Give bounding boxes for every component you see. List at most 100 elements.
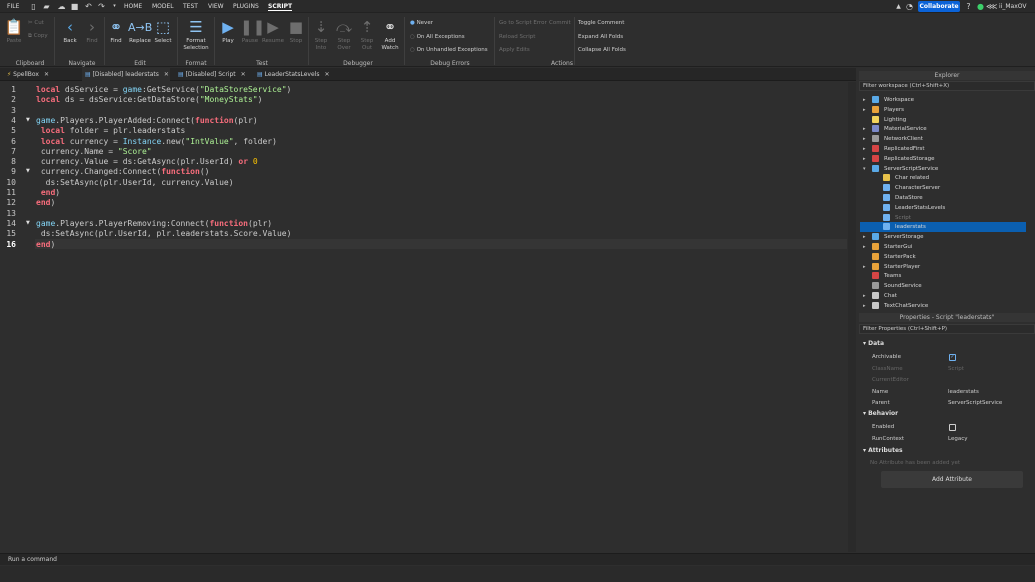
explorer-item[interactable]: ▸ StarterGui	[860, 242, 1026, 252]
chevron-down-icon[interactable]: ▾	[863, 164, 866, 174]
code-editor[interactable]: 1 2 3 4 ▼ 5 6 7 8 9 ▼ 10 11 12 13 14 ▼ 15 16 local dsServi…	[0, 82, 856, 552]
format-selection-button[interactable]: ☰ Format Selection	[180, 19, 212, 52]
forward-button[interactable]: › Find	[82, 19, 102, 45]
tab-spellbox[interactable]: ⚡ SpellBox ✕	[4, 68, 74, 81]
section-behavior[interactable]: ▾ Behavior	[859, 409, 1035, 419]
code-line[interactable]: end)	[36, 188, 60, 197]
explorer-item[interactable]: LeaderStatsLevels	[860, 203, 1026, 213]
properties-filter-input[interactable]: Filter Properties (Ctrl+Shift+P)	[859, 324, 1035, 334]
explorer-item[interactable]: ▸ TextChatService	[860, 301, 1026, 311]
add-watch-button[interactable]: ⚭ Add Watch	[379, 19, 401, 52]
code-line[interactable]: currency.Changed:Connect(function()	[36, 167, 210, 176]
explorer-item[interactable]: ▸ ReplicatedFirst	[860, 144, 1026, 154]
step-into-button[interactable]: ⇣ Step Into	[311, 19, 331, 52]
explorer-item[interactable]: ▸ StarterPlayer	[860, 262, 1026, 272]
explorer-filter-input[interactable]: Filter workspace (Ctrl+Shift+X)	[859, 81, 1035, 91]
prop-enabled[interactable]: Enabled	[859, 421, 1025, 433]
explorer-item[interactable]: Char related	[860, 173, 1026, 183]
code-line[interactable]: game.Players.PlayerRemoving:Connect(func…	[36, 219, 272, 228]
tab-leaderstatslevels[interactable]: ▤ LeaderStatsLevels ✕	[254, 68, 334, 81]
copy-button[interactable]: ⧉ Copy	[28, 33, 48, 40]
menu-file[interactable]: FILE	[7, 3, 19, 10]
quick-access-dropdown-icon[interactable]: ▾	[110, 2, 119, 11]
prop-archivable[interactable]: Archivable ✓	[859, 351, 1025, 363]
code-line[interactable]: currency.Name = "Score"	[36, 147, 152, 156]
collapse-ribbon-icon[interactable]: ▲	[894, 2, 903, 11]
notification-icon[interactable]: ◔	[905, 2, 914, 11]
explorer-item[interactable]: ▸ ServerStorage	[860, 232, 1026, 242]
chevron-right-icon[interactable]: ▸	[863, 144, 866, 154]
tab-script[interactable]: SCRIPT	[268, 3, 293, 11]
explorer-item[interactable]: Script	[860, 213, 1026, 223]
fold-toggle-icon[interactable]: ▼	[26, 168, 30, 174]
debug-never-radio[interactable]: ● Never	[410, 20, 433, 26]
chevron-right-icon[interactable]: ▸	[863, 242, 866, 252]
step-over-button[interactable]: ⤼ Step Over	[334, 19, 354, 52]
vertical-scrollbar[interactable]	[848, 82, 856, 552]
explorer-item[interactable]: ▸ MaterialService	[860, 124, 1026, 134]
code-line[interactable]: currency.Value = ds:GetAsync(plr.UserId)…	[36, 157, 258, 166]
select-button[interactable]: ⬚ Select	[153, 19, 173, 45]
paste-button[interactable]: 📋 Paste	[4, 19, 24, 45]
chevron-right-icon[interactable]: ▸	[863, 105, 866, 115]
explorer-item[interactable]: leaderstats	[860, 222, 1026, 233]
explorer-item[interactable]: Lighting	[860, 115, 1026, 125]
undo-icon[interactable]: ↶	[84, 2, 93, 11]
code-line[interactable]: local ds = dsService:GetDataStore("Money…	[36, 95, 262, 104]
prop-value[interactable]: Legacy	[948, 433, 968, 445]
stop-button[interactable]: ■ Stop	[286, 19, 306, 45]
checkbox-checked-icon[interactable]: ✓	[949, 354, 956, 361]
play-button[interactable]: ▶ Play	[218, 19, 238, 45]
apply-edits-button[interactable]: Apply Edits	[499, 47, 530, 53]
chevron-right-icon[interactable]: ▸	[863, 134, 866, 144]
code-line[interactable]: end)	[36, 198, 55, 207]
explorer-item[interactable]: CharacterServer	[860, 183, 1026, 193]
explorer-item[interactable]: SoundService	[860, 281, 1026, 291]
redo-icon[interactable]: ↷	[97, 2, 106, 11]
username-label[interactable]: ii_MaxOV	[999, 3, 1026, 10]
checkbox-unchecked-icon[interactable]	[949, 424, 956, 431]
tab-plugins[interactable]: PLUGINS	[233, 3, 259, 10]
help-icon[interactable]: ?	[964, 2, 973, 11]
prop-parent[interactable]: Parent ServerScriptService	[859, 397, 1025, 409]
prop-value[interactable]: ServerScriptService	[948, 397, 1002, 409]
code-line[interactable]: end)	[36, 240, 55, 249]
command-input[interactable]: Run a command	[8, 556, 57, 563]
explorer-item[interactable]: ▸ Chat	[860, 291, 1026, 301]
tab-model[interactable]: MODEL	[152, 3, 174, 10]
resume-button[interactable]: ▶ Resume	[261, 19, 285, 45]
close-icon[interactable]: ✕	[241, 71, 246, 78]
new-file-icon[interactable]: ▯	[29, 2, 38, 11]
debug-on-unhandled-radio[interactable]: ○ On Unhandled Exceptions	[410, 47, 488, 53]
code-line[interactable]: ds:SetAsync(plr.UserId, currency.Value)	[36, 178, 234, 187]
chevron-right-icon[interactable]: ▸	[863, 124, 866, 134]
code-line[interactable]: local dsService = game:GetService("DataS…	[36, 85, 291, 94]
chevron-right-icon[interactable]: ▸	[863, 291, 866, 301]
publish-icon[interactable]: ☁	[57, 2, 66, 11]
collapse-all-folds-button[interactable]: Collapse All Folds	[578, 47, 626, 53]
code-line[interactable]: local folder = plr.leaderstats	[36, 126, 186, 135]
tab-test[interactable]: TEST	[183, 3, 198, 10]
pause-button[interactable]: ❚❚ Pause	[240, 19, 265, 45]
explorer-item[interactable]: ▸ Players	[860, 105, 1026, 115]
explorer-item[interactable]: ▸ NetworkClient	[860, 134, 1026, 144]
reload-script-button[interactable]: Reload Script	[499, 34, 535, 40]
explorer-item[interactable]: ▸ Workspace	[860, 95, 1026, 105]
expand-all-folds-button[interactable]: Expand All Folds	[578, 34, 623, 40]
chevron-right-icon[interactable]: ▸	[863, 262, 866, 272]
code-line[interactable]: game.Players.PlayerAdded:Connect(functio…	[36, 116, 258, 125]
open-folder-icon[interactable]: ▰	[42, 2, 51, 11]
code-line[interactable]: ds:SetAsync(plr.UserId, plr.leaderstats.…	[36, 229, 292, 238]
go-to-script-error-button[interactable]: Go to Script Error	[499, 20, 547, 26]
tab-home[interactable]: HOME	[124, 3, 142, 10]
commit-button[interactable]: Commit	[549, 20, 571, 26]
fold-toggle-icon[interactable]: ▼	[26, 117, 30, 123]
explorer-item[interactable]: DataStore	[860, 193, 1026, 203]
close-icon[interactable]: ✕	[164, 71, 169, 78]
code-line[interactable]: local currency = Instance.new("IntValue"…	[36, 137, 277, 146]
step-out-button[interactable]: ⇡ Step Out	[357, 19, 377, 52]
command-bar[interactable]: Run a command	[0, 553, 1035, 565]
tab-disabled-leaderstats[interactable]: ▤ [Disabled] leaderstats ✕	[82, 68, 170, 81]
chevron-right-icon[interactable]: ▸	[863, 301, 866, 311]
tab-view[interactable]: VIEW	[208, 3, 224, 10]
